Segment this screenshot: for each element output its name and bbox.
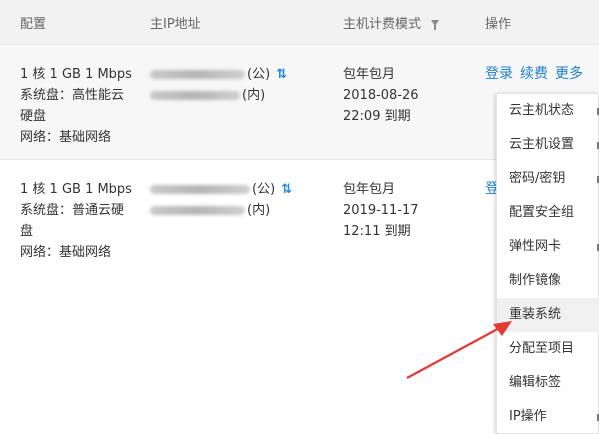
annotation-arrow-icon xyxy=(406,321,512,379)
arrow-head xyxy=(493,321,512,336)
arrow-shaft xyxy=(406,324,506,379)
